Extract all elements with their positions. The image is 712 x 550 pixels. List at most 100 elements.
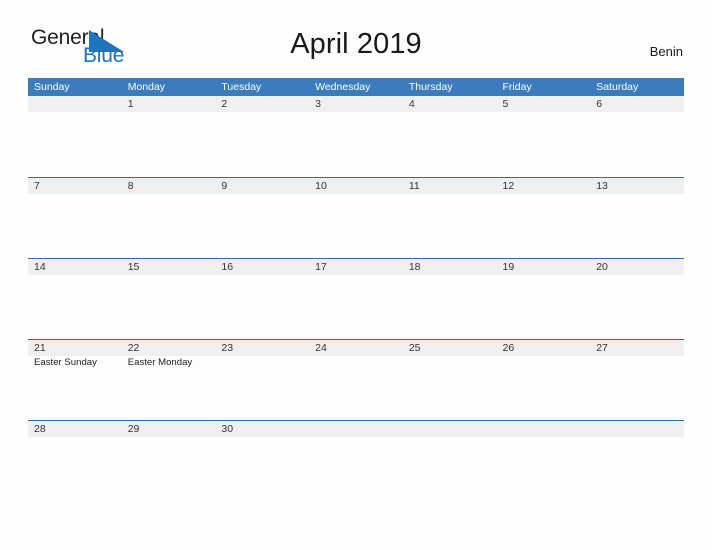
day-number-band bbox=[215, 96, 310, 112]
calendar-day-cell-empty bbox=[28, 96, 122, 176]
weekday-header-monday: Monday bbox=[127, 81, 166, 93]
calendar-week-row: 7 8 9 10 11 12 13 bbox=[28, 177, 684, 258]
calendar-day-cell[interactable]: 4 bbox=[402, 96, 497, 176]
calendar-grid: Sunday Monday Tuesday Wednesday Thursday… bbox=[28, 78, 684, 501]
weekday-header-thursday: Thursday bbox=[408, 81, 453, 93]
day-events: Easter Sunday bbox=[34, 357, 122, 369]
calendar-day-cell[interactable]: 1 bbox=[121, 96, 216, 176]
calendar-day-cell[interactable]: 2 bbox=[215, 96, 310, 176]
day-number-band bbox=[402, 421, 497, 437]
page-header: General Blue April 2019 Benin bbox=[0, 0, 712, 76]
day-number: 19 bbox=[502, 261, 515, 273]
day-number: 4 bbox=[408, 98, 415, 110]
calendar-day-cell[interactable]: 26 bbox=[496, 340, 591, 420]
weekday-header-wednesday: Wednesday bbox=[315, 81, 371, 93]
day-events: Easter Monday bbox=[128, 357, 216, 369]
day-number-band bbox=[121, 96, 216, 112]
day-number: 27 bbox=[596, 342, 608, 354]
calendar-day-cell-empty bbox=[309, 421, 403, 501]
day-number: 25 bbox=[408, 342, 421, 354]
day-number: 21 bbox=[34, 342, 46, 354]
calendar-day-cell[interactable]: 14 bbox=[28, 259, 122, 339]
day-number: 7 bbox=[34, 180, 40, 192]
calendar-day-cell[interactable]: 24 bbox=[309, 340, 403, 420]
weekday-header-sunday: Sunday bbox=[34, 81, 70, 93]
day-number-band bbox=[309, 96, 403, 112]
calendar-day-cell[interactable]: 17 bbox=[309, 259, 403, 339]
calendar-day-cell[interactable]: 6 bbox=[590, 96, 684, 176]
day-number-band bbox=[402, 96, 497, 112]
calendar-day-cell[interactable]: 21 Easter Sunday bbox=[28, 340, 122, 420]
day-number: 18 bbox=[408, 261, 421, 273]
calendar-day-cell[interactable]: 18 bbox=[402, 259, 497, 339]
calendar-week-row: 21 Easter Sunday 22 Easter Monday 23 24 25 26 27 bbox=[28, 339, 684, 420]
day-number-band bbox=[28, 178, 122, 194]
day-number: 16 bbox=[221, 261, 234, 273]
calendar-day-cell[interactable]: 10 bbox=[309, 178, 403, 258]
day-number: 2 bbox=[221, 98, 228, 110]
day-number: 13 bbox=[596, 180, 608, 192]
day-number: 10 bbox=[315, 180, 327, 192]
page-title: April 2019 bbox=[290, 28, 422, 60]
day-number: 9 bbox=[221, 180, 228, 192]
calendar-day-cell[interactable]: 22 Easter Monday bbox=[121, 340, 216, 420]
day-number: 1 bbox=[127, 98, 134, 110]
calendar-week-row: 14 15 16 17 18 19 20 bbox=[28, 258, 684, 339]
calendar-day-cell[interactable]: 3 bbox=[309, 96, 403, 176]
day-number: 17 bbox=[315, 261, 327, 273]
day-number: 30 bbox=[221, 423, 234, 435]
day-number: 29 bbox=[127, 423, 140, 435]
day-number: 24 bbox=[315, 342, 327, 354]
calendar-day-cell-empty bbox=[496, 421, 591, 501]
calendar-day-cell[interactable]: 27 bbox=[590, 340, 684, 420]
day-number: 8 bbox=[127, 180, 134, 192]
calendar-day-cell[interactable]: 25 bbox=[402, 340, 497, 420]
calendar-week-row: 28 29 30 bbox=[28, 420, 684, 501]
calendar-day-cell[interactable]: 15 bbox=[121, 259, 216, 339]
calendar-day-cell[interactable]: 16 bbox=[215, 259, 310, 339]
weekday-header-saturday: Saturday bbox=[596, 81, 639, 93]
calendar-day-cell[interactable]: 7 bbox=[28, 178, 122, 258]
day-number: 6 bbox=[596, 98, 603, 110]
day-number: 5 bbox=[502, 98, 509, 110]
calendar-day-cell[interactable]: 28 bbox=[28, 421, 122, 501]
calendar-page: General Blue April 2019 Benin Sunday Mon… bbox=[0, 0, 712, 550]
day-number-band bbox=[496, 96, 591, 112]
calendar-day-cell[interactable]: 12 bbox=[496, 178, 591, 258]
calendar-day-cell[interactable]: 29 bbox=[121, 421, 216, 501]
day-number: 12 bbox=[502, 180, 515, 192]
day-number: 3 bbox=[315, 98, 321, 110]
day-number-band bbox=[496, 421, 591, 437]
calendar-week-row: 1 2 3 4 5 6 bbox=[28, 96, 684, 177]
day-number: 22 bbox=[127, 342, 140, 354]
day-number: 15 bbox=[127, 261, 140, 273]
calendar-day-cell[interactable]: 30 bbox=[215, 421, 310, 501]
weekday-header-row: Sunday Monday Tuesday Wednesday Thursday… bbox=[28, 78, 684, 96]
day-number: 28 bbox=[34, 423, 46, 435]
calendar-day-cell-empty bbox=[590, 421, 684, 501]
calendar-day-cell[interactable]: 8 bbox=[121, 178, 216, 258]
calendar-day-cell[interactable]: 9 bbox=[215, 178, 310, 258]
day-number-band bbox=[309, 421, 403, 437]
day-number: 14 bbox=[34, 261, 46, 273]
day-number: 11 bbox=[408, 180, 420, 192]
calendar-day-cell[interactable]: 11 bbox=[402, 178, 497, 258]
country-label: Benin bbox=[649, 44, 683, 59]
day-number-band bbox=[121, 178, 216, 194]
calendar-day-cell[interactable]: 20 bbox=[590, 259, 684, 339]
day-number: 20 bbox=[596, 261, 608, 273]
calendar-day-cell-empty bbox=[402, 421, 497, 501]
weekday-header-tuesday: Tuesday bbox=[221, 81, 262, 93]
day-number: 23 bbox=[221, 342, 234, 354]
weekday-header-friday: Friday bbox=[502, 81, 532, 93]
day-number-band bbox=[590, 96, 684, 112]
calendar-day-cell[interactable]: 19 bbox=[496, 259, 591, 339]
day-number-band bbox=[215, 178, 310, 194]
day-number-band bbox=[590, 421, 684, 437]
calendar-day-cell[interactable]: 13 bbox=[590, 178, 684, 258]
calendar-week-rows: 1 2 3 4 5 6 7 8 9 10 11 12 13 14 15 16 17 18 19 20 21 Easter … bbox=[28, 96, 684, 501]
calendar-day-cell[interactable]: 23 bbox=[215, 340, 310, 420]
calendar-day-cell[interactable]: 5 bbox=[496, 96, 591, 176]
day-number-band bbox=[28, 96, 122, 112]
day-number: 26 bbox=[502, 342, 515, 354]
